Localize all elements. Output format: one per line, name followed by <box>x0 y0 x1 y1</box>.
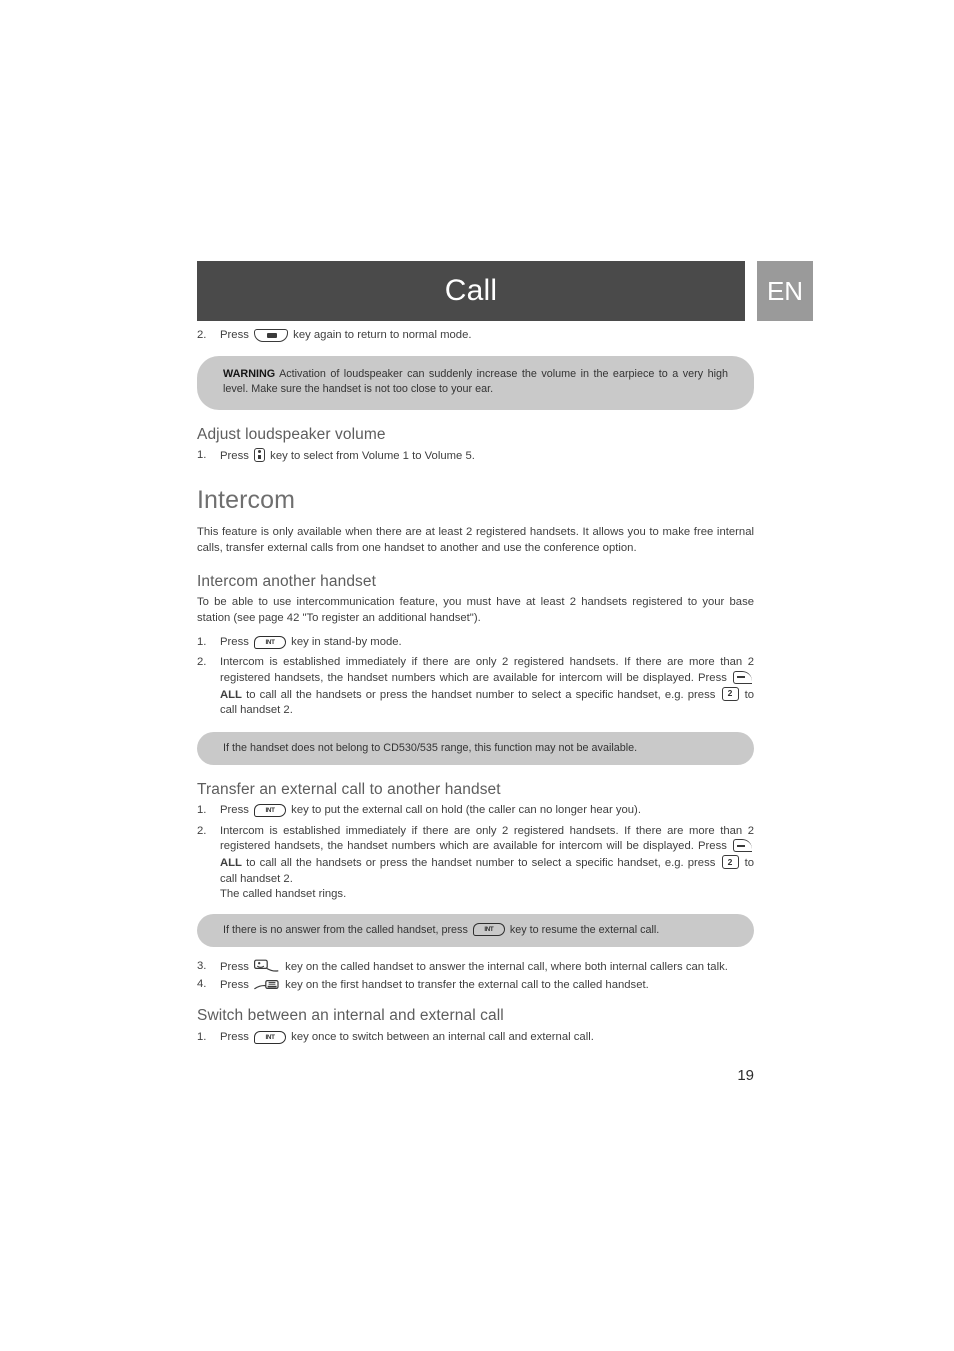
list-item-body: Press key on the first handset to transf… <box>220 977 754 994</box>
volume-updown-key-icon <box>254 447 266 462</box>
warning-text: Activation of loudspeaker can suddenly i… <box>223 367 728 396</box>
list-item: 1. Press INT key in stand-by mode. <box>197 635 754 651</box>
intercom-key-icon: INT <box>254 804 287 818</box>
left-softkey-icon <box>733 670 753 684</box>
step-text-after: key on the first handset to transfer the… <box>285 978 649 991</box>
list-item: 1. Press key to select from Volume 1 to … <box>197 447 754 465</box>
handset-key-number: 2 <box>727 688 733 698</box>
list-item-number: 4. <box>197 977 207 990</box>
list-item: 2. Press key again to return to normal m… <box>197 328 754 344</box>
list-item: 3. Press key on the called handset to an… <box>197 959 754 976</box>
list-item-body: Press INT key once to switch between an … <box>220 1030 754 1046</box>
list-item-number: 3. <box>197 960 207 973</box>
list-item-number: 1. <box>197 1030 207 1043</box>
list-item: 1. Press INT key to put the external cal… <box>197 803 754 819</box>
list-item-number: 1. <box>197 635 207 648</box>
note-callout-no-answer: If there is no answer from the called ha… <box>197 913 754 948</box>
intercom-key-label: INT <box>484 925 494 933</box>
warning-label: WARNING <box>223 367 276 380</box>
list-item-number: 2. <box>197 656 207 669</box>
end-onhook-key-icon <box>254 977 280 991</box>
step-text-after: key on the called handset to answer the … <box>285 961 728 974</box>
left-softkey-icon <box>733 839 753 853</box>
manual-page: Call EN 2. Press key again to return to … <box>0 0 954 1351</box>
intercom-key-icon: INT <box>254 635 287 649</box>
language-badge: EN <box>757 261 813 321</box>
note-text: If the handset does not belong to CD530/… <box>223 741 638 754</box>
step-text-before: Press <box>220 961 249 974</box>
heading-intercom: Intercom <box>197 486 296 515</box>
list-item-body: Press INT key in stand-by mode. <box>220 635 754 651</box>
note-callout-range: If the handset does not belong to CD530/… <box>197 731 754 766</box>
heading-switch-internal-external: Switch between an internal and external … <box>197 1007 504 1025</box>
note-text-before: If there is no answer from the called ha… <box>223 923 468 936</box>
handset-2-key-icon: 2 <box>721 686 739 701</box>
step-text-part2: to call all the handsets or press the ha… <box>246 688 716 701</box>
note-text-after: key to resume the external call. <box>509 923 660 936</box>
language-badge-label: EN <box>766 276 804 306</box>
step-text-part1: Intercom is established immediately if t… <box>220 824 754 853</box>
handset-key-number: 2 <box>727 856 733 867</box>
talk-offhook-key-icon <box>254 959 280 973</box>
list-item-body: Press INT key to put the external call o… <box>220 803 754 819</box>
list-item-number: 1. <box>197 804 207 817</box>
step-text-before: Press <box>220 804 249 817</box>
list-item-number: 1. <box>197 448 207 461</box>
page-header: Call EN <box>197 261 813 321</box>
step-text-part4: The called handset rings. <box>220 888 347 901</box>
step-text-before: Press <box>220 1030 249 1043</box>
step-text-after: key again to return to normal mode. <box>293 329 472 341</box>
step-text-after: key to put the external call on hold (th… <box>291 804 641 817</box>
loudspeaker-key-icon <box>254 329 289 342</box>
step-text-before: Press <box>220 635 249 648</box>
heading-intercom-another-handset: Intercom another handset <box>197 573 377 591</box>
step-text-before: Press <box>220 978 249 991</box>
step-text-after: key once to switch between an internal c… <box>291 1030 594 1043</box>
softkey-all-label: ALL <box>220 857 242 870</box>
intercom-key-label: INT <box>265 638 275 646</box>
list-item: 4. Press key on the first handset to tra… <box>197 977 754 994</box>
step-text-before: Press <box>220 449 249 462</box>
intercom-key-icon: INT <box>254 1030 287 1044</box>
step-text-after: key to select from Volume 1 to Volume 5. <box>270 449 475 462</box>
list-item-number: 2. <box>197 329 207 341</box>
step-text-before: Press <box>220 329 249 341</box>
list-item: 2. Intercom is established immediately i… <box>197 824 754 903</box>
softkey-all-label: ALL <box>220 688 242 701</box>
list-item-body: Press key again to return to normal mode… <box>220 328 754 344</box>
intercom-key-label: INT <box>265 1033 275 1041</box>
intercom-key-icon: INT <box>472 922 505 936</box>
list-item-body: Press key to select from Volume 1 to Vol… <box>220 447 754 465</box>
intercom-key-label: INT <box>265 807 275 815</box>
list-item: 2. Intercom is established immediately i… <box>197 655 754 718</box>
list-item-body: Intercom is established immediately if t… <box>220 655 754 718</box>
page-content: 2. Press key again to return to normal m… <box>197 328 754 1046</box>
step-text-after: key in stand-by mode. <box>291 635 402 648</box>
heading-adjust-loudspeaker-volume: Adjust loudspeaker volume <box>197 425 386 443</box>
step-text-part2: to call all the handsets or press the ha… <box>246 857 716 870</box>
page-number: 19 <box>737 1067 754 1084</box>
handset-2-key-icon: 2 <box>721 855 739 870</box>
intercom-intro-paragraph: This feature is only available when ther… <box>197 526 754 555</box>
page-title: Call <box>444 274 498 307</box>
warning-callout: WARNING Activation of loudspeaker can su… <box>197 355 754 410</box>
list-item-body: Press key on the called handset to answe… <box>220 959 754 976</box>
list-item-number: 2. <box>197 824 207 837</box>
heading-transfer-external-call: Transfer an external call to another han… <box>197 781 501 799</box>
intercom-another-intro-paragraph: To be able to use intercommunication fea… <box>197 596 754 624</box>
step-text-part1: Intercom is established immediately if t… <box>220 656 754 684</box>
section-title-bar: Call <box>197 261 745 321</box>
list-item: 1. Press INT key once to switch between … <box>197 1030 754 1046</box>
list-item-body: Intercom is established immediately if t… <box>220 824 754 903</box>
